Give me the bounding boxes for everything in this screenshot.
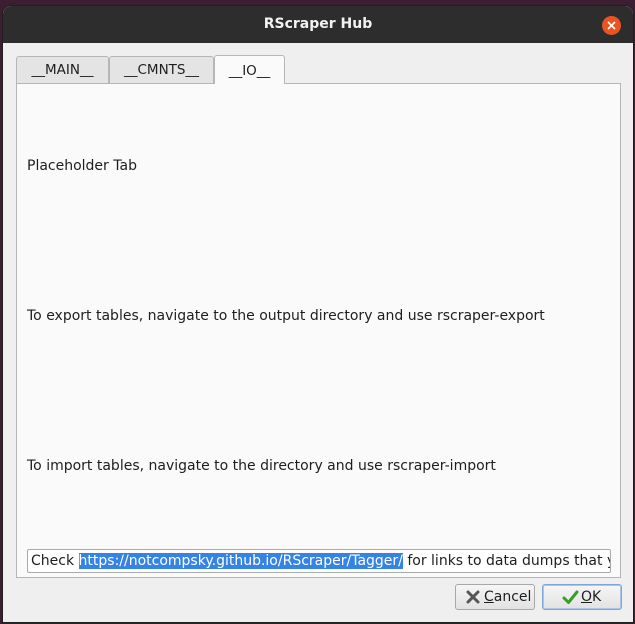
- title-bar[interactable]: RScraper Hub: [3, 6, 633, 43]
- ok-mnemonic: O: [581, 589, 593, 605]
- cancel-label-rest: ancel: [493, 589, 532, 605]
- cancel-button-label: Cancel: [484, 589, 531, 605]
- ok-button-label: OK: [581, 589, 601, 605]
- link-field-prefix: Check: [31, 553, 79, 569]
- tab-main[interactable]: __MAIN__: [16, 56, 109, 83]
- link-field-suffix: for links to data dumps that yo: [402, 553, 611, 569]
- export-instructions: To export tables, navigate to the output…: [27, 308, 545, 324]
- io-tab-panel: Placeholder Tab To export tables, naviga…: [16, 83, 621, 578]
- ok-button[interactable]: OK: [542, 584, 622, 610]
- close-button[interactable]: [602, 16, 621, 35]
- checkmark-icon: [562, 590, 579, 604]
- dialog-window: RScraper Hub __MAIN__ __CMNTS__ __IO__ P…: [3, 6, 633, 622]
- tab-cmnts[interactable]: __CMNTS__: [109, 56, 214, 83]
- window-title: RScraper Hub: [263, 16, 373, 32]
- placeholder-label: Placeholder Tab: [27, 158, 137, 174]
- import-instructions: To import tables, navigate to the direct…: [27, 458, 496, 474]
- selected-url[interactable]: https://notcompsky.github.io/RScraper/Ta…: [78, 553, 403, 569]
- cancel-mnemonic: C: [484, 589, 494, 605]
- close-icon: [607, 21, 616, 30]
- cancel-button[interactable]: Cancel: [455, 584, 535, 610]
- tab-io[interactable]: __IO__: [214, 55, 285, 84]
- data-dumps-link-field[interactable]: Check https://notcompsky.github.io/RScra…: [27, 549, 611, 573]
- cancel-x-icon: [466, 590, 480, 604]
- ok-label-rest: K: [592, 589, 602, 605]
